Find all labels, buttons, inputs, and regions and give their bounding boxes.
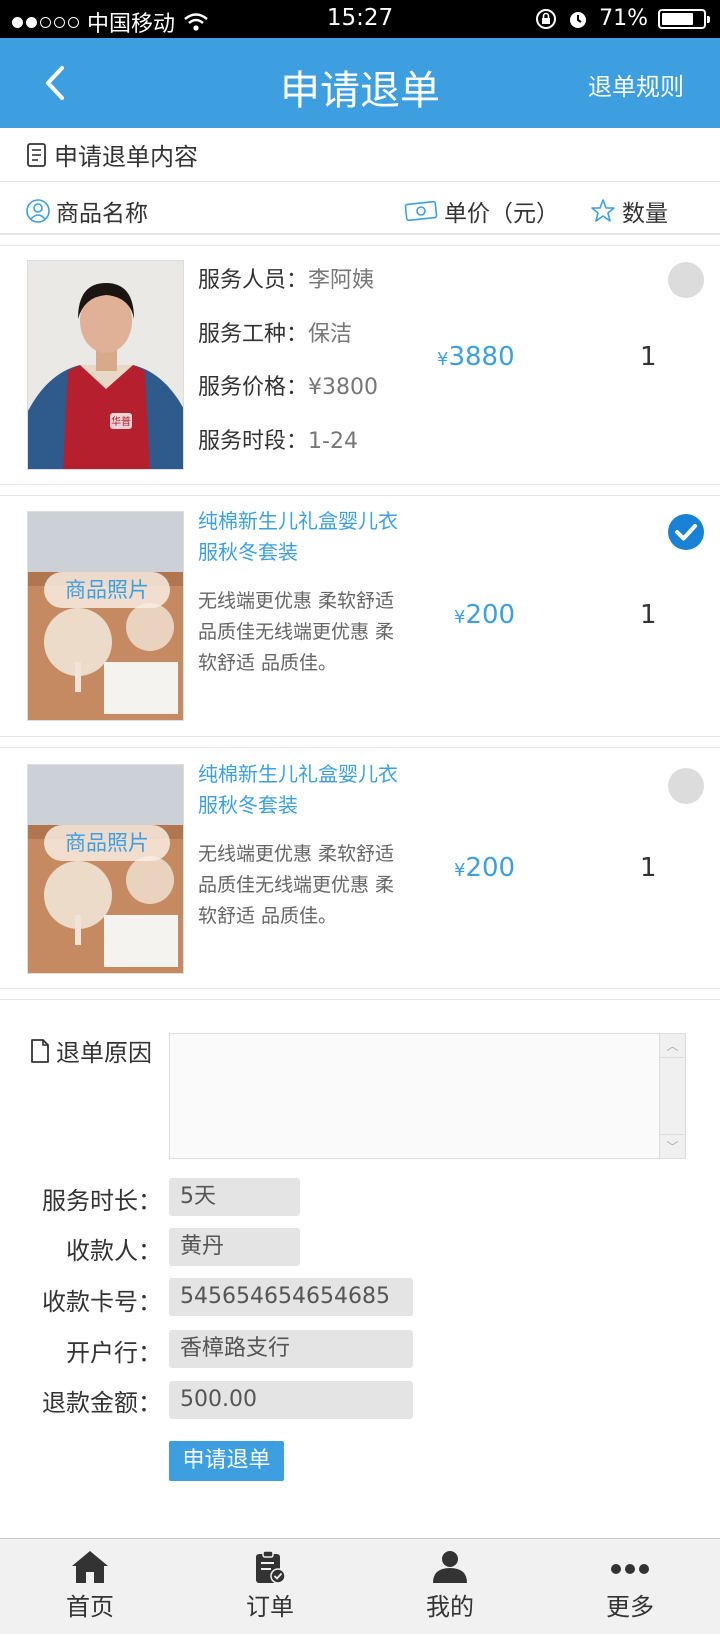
- unit-price: ¥200: [454, 600, 516, 630]
- reason-label-group: 退单原因: [30, 1033, 152, 1068]
- tab-home[interactable]: 首页: [30, 1549, 150, 1622]
- duration-field[interactable]: 5天: [169, 1178, 300, 1216]
- product-photo-label: 商品照片: [44, 825, 170, 861]
- user-outline-icon: [26, 199, 50, 223]
- tab-mine[interactable]: 我的: [390, 1549, 510, 1622]
- submit-refund-button[interactable]: 申请退单: [169, 1441, 284, 1481]
- bank-label: 开户行：: [66, 1339, 162, 1367]
- product-photo: 商品照片: [27, 511, 184, 721]
- reason-label: 退单原因: [56, 1039, 152, 1067]
- product-title[interactable]: 纯棉新生儿礼盒婴儿衣服秋冬套装: [198, 506, 398, 568]
- apron-logo-text: 华普: [111, 415, 131, 428]
- scroll-down-icon[interactable]: ﹀: [660, 1134, 685, 1158]
- battery-icon: [658, 8, 710, 29]
- staff-photo: 华普: [27, 260, 184, 470]
- quantity: 1: [640, 853, 657, 883]
- select-radio[interactable]: [668, 768, 704, 804]
- column-quantity-label: 数量: [622, 201, 668, 227]
- checkmark-icon: [675, 524, 697, 541]
- nav-bar: 申请退单 退单规则: [0, 38, 720, 128]
- document-list-icon: [27, 142, 46, 167]
- refund-amount-field[interactable]: 500.00: [169, 1381, 413, 1419]
- user-icon: [433, 1551, 467, 1583]
- refund-rules-link[interactable]: 退单规则: [588, 67, 684, 102]
- home-icon: [72, 1551, 108, 1583]
- divider: [0, 736, 720, 748]
- tab-bar: 首页 订单 我的 更多: [0, 1538, 720, 1634]
- service-item-row[interactable]: 华普 服务人员：李阿姨 服务工种：保洁 服务价格：¥3800 服务时段：1-24…: [0, 246, 720, 484]
- scroll-up-icon[interactable]: ︿: [660, 1034, 685, 1058]
- battery-percent: 71%: [599, 6, 648, 31]
- card-number-field[interactable]: 545654654654685: [169, 1278, 413, 1316]
- quantity: 1: [640, 342, 657, 372]
- select-radio-checked[interactable]: [668, 514, 704, 550]
- refund-amount-label: 退款金额：: [42, 1389, 162, 1417]
- status-bar: 中国移动 15:27 71%: [0, 0, 720, 38]
- reason-textarea[interactable]: ︿ ﹀: [169, 1033, 686, 1159]
- star-outline-icon: [591, 199, 615, 222]
- product-photo: 商品照片: [27, 764, 184, 974]
- rotation-lock-icon: [536, 8, 557, 29]
- section-title: 申请退单内容: [54, 143, 198, 171]
- more-icon: [611, 1564, 649, 1574]
- payee-field[interactable]: 黄丹: [169, 1228, 300, 1266]
- tab-orders[interactable]: 订单: [210, 1549, 330, 1622]
- alarm-icon: [570, 11, 587, 28]
- textarea-scrollbar[interactable]: ︿ ﹀: [659, 1034, 685, 1158]
- product-photo-label: 商品照片: [44, 572, 170, 608]
- unit-price: ¥3880: [437, 342, 515, 372]
- divider: [0, 234, 720, 246]
- banknote-icon: [404, 200, 438, 222]
- product-description: 无线端更优惠 柔软舒适 品质佳无线端更优惠 柔软舒适 品质佳。: [198, 590, 395, 674]
- divider: [0, 484, 720, 496]
- quantity: 1: [640, 600, 657, 630]
- product-row[interactable]: 商品照片 纯棉新生儿礼盒婴儿衣服秋冬套装 无线端更优惠 柔软舒适 品质佳无线端更…: [0, 496, 720, 736]
- document-icon: [31, 1038, 49, 1063]
- column-header: 商品名称 单价（元） 数量: [0, 182, 720, 234]
- divider: [0, 988, 720, 1000]
- order-icon: [256, 1550, 286, 1584]
- duration-label: 服务时长：: [42, 1187, 162, 1215]
- unit-price: ¥200: [454, 853, 516, 883]
- column-name-label: 商品名称: [56, 201, 148, 227]
- card-number-label: 收款卡号：: [42, 1288, 162, 1316]
- tab-more[interactable]: 更多: [570, 1549, 690, 1622]
- column-price-label: 单价（元）: [444, 201, 559, 227]
- select-radio[interactable]: [668, 262, 704, 298]
- service-type-line: 服务工种：保洁: [198, 322, 353, 347]
- bank-field[interactable]: 香樟路支行: [169, 1330, 413, 1368]
- section-header: 申请退单内容: [0, 128, 720, 182]
- staff-line: 服务人员：李阿姨: [198, 268, 375, 293]
- payee-label: 收款人：: [66, 1237, 162, 1265]
- service-period-line: 服务时段：1-24: [198, 429, 358, 454]
- product-title[interactable]: 纯棉新生儿礼盒婴儿衣服秋冬套装: [198, 759, 398, 821]
- product-description: 无线端更优惠 柔软舒适 品质佳无线端更优惠 柔软舒适 品质佳。: [198, 843, 395, 927]
- product-row[interactable]: 商品照片 纯棉新生儿礼盒婴儿衣服秋冬套装 无线端更优惠 柔软舒适 品质佳无线端更…: [0, 748, 720, 988]
- service-price-line: 服务价格：¥3800: [198, 375, 379, 400]
